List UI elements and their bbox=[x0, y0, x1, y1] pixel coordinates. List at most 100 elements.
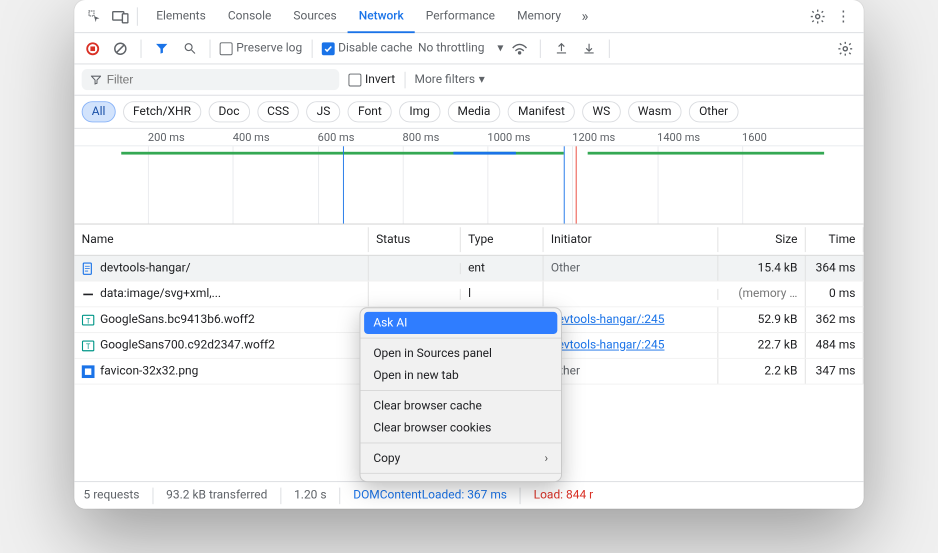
tick: 800 ms bbox=[403, 131, 488, 144]
domcontentloaded-time: DOMContentLoaded: 367 ms bbox=[353, 489, 507, 503]
request-type: ent bbox=[461, 256, 544, 281]
request-time: 0 ms bbox=[806, 282, 864, 307]
request-row[interactable]: data:image/svg+xml,... l (memory …0 ms bbox=[74, 282, 863, 308]
chip-other[interactable]: Other bbox=[689, 101, 738, 122]
col-type[interactable]: Type bbox=[461, 227, 544, 252]
img-icon bbox=[82, 365, 95, 378]
context-clear-cookies[interactable]: Clear browser cookies bbox=[360, 417, 561, 439]
tick: 1600 bbox=[742, 131, 827, 144]
request-time: 347 ms bbox=[806, 359, 864, 384]
tab-elements[interactable]: Elements bbox=[145, 0, 217, 33]
col-name[interactable]: Name bbox=[74, 227, 368, 252]
filter-input[interactable] bbox=[82, 69, 340, 90]
invert-checkbox[interactable]: Invert bbox=[348, 73, 395, 87]
more-filters-label: More filters bbox=[415, 73, 476, 87]
invert-label: Invert bbox=[365, 73, 395, 87]
search-icon[interactable] bbox=[178, 37, 200, 59]
preserve-log-checkbox[interactable]: Preserve log bbox=[220, 41, 303, 55]
more-filters-dropdown[interactable]: More filters▾ bbox=[415, 73, 485, 87]
tab-performance[interactable]: Performance bbox=[415, 0, 506, 33]
more-tabs-icon[interactable]: » bbox=[572, 3, 598, 29]
request-name: data:image/svg+xml,... bbox=[100, 287, 221, 301]
initiator-link[interactable]: devtools-hangar/:245 bbox=[551, 313, 665, 327]
chip-all[interactable]: All bbox=[82, 101, 116, 122]
finish-time: 1.20 s bbox=[294, 489, 326, 503]
chip-manifest[interactable]: Manifest bbox=[508, 101, 575, 122]
load-time: Load: 844 r bbox=[534, 489, 594, 503]
disable-cache-checkbox[interactable]: Disable cache bbox=[322, 41, 413, 55]
devtools-window: ElementsConsoleSourcesNetworkPerformance… bbox=[74, 0, 863, 509]
download-har-icon[interactable] bbox=[578, 37, 600, 59]
request-time: 362 ms bbox=[806, 307, 864, 332]
device-toggle-icon[interactable] bbox=[107, 3, 133, 29]
request-name: GoogleSans700.c92d2347.woff2 bbox=[100, 339, 275, 353]
font-icon: T bbox=[82, 339, 95, 352]
kebab-menu-icon[interactable] bbox=[831, 3, 857, 29]
initiator-link[interactable]: devtools-hangar/:245 bbox=[551, 339, 665, 353]
request-size: 22.7 kB bbox=[718, 333, 805, 358]
network-conditions-icon[interactable] bbox=[509, 37, 531, 59]
chip-media[interactable]: Media bbox=[447, 101, 500, 122]
panel-tabstrip: ElementsConsoleSourcesNetworkPerformance… bbox=[74, 0, 863, 33]
request-name: GoogleSans.bc9413b6.woff2 bbox=[100, 313, 255, 327]
tab-console[interactable]: Console bbox=[217, 0, 283, 33]
settings-gear-icon[interactable] bbox=[805, 3, 831, 29]
chip-doc[interactable]: Doc bbox=[208, 101, 249, 122]
request-row[interactable]: devtools-hangar/ent Other 15.4 kB364 ms bbox=[74, 256, 863, 282]
tab-network[interactable]: Network bbox=[348, 0, 415, 33]
filter-toggle-icon[interactable] bbox=[151, 37, 173, 59]
chip-wasm[interactable]: Wasm bbox=[628, 101, 682, 122]
tab-sources[interactable]: Sources bbox=[282, 0, 347, 33]
chip-js[interactable]: JS bbox=[307, 101, 341, 122]
chevron-right-icon: › bbox=[545, 451, 549, 465]
preserve-log-label: Preserve log bbox=[236, 41, 302, 55]
request-time: 364 ms bbox=[806, 256, 864, 281]
panel-settings-gear-icon[interactable] bbox=[834, 37, 856, 59]
svg-text:T: T bbox=[86, 342, 91, 351]
chip-fetch-xhr[interactable]: Fetch/XHR bbox=[123, 101, 201, 122]
request-initiator: Other bbox=[544, 256, 719, 281]
request-name: devtools-hangar/ bbox=[100, 261, 191, 275]
tab-memory[interactable]: Memory bbox=[506, 0, 572, 33]
record-button[interactable] bbox=[82, 37, 104, 59]
context-open-in-new-tab[interactable]: Open in new tab bbox=[360, 364, 561, 386]
chip-img[interactable]: Img bbox=[399, 101, 440, 122]
tick: 600 ms bbox=[318, 131, 403, 144]
request-initiator: devtools-hangar/:245 bbox=[544, 333, 719, 358]
transferred-size: 93.2 kB transferred bbox=[166, 489, 267, 503]
resource-type-chips: All Fetch/XHR Doc CSS JS Font Img Media Manifest… bbox=[74, 96, 863, 129]
context-clear-cache[interactable]: Clear browser cache bbox=[360, 395, 561, 417]
overview-timeline[interactable]: 200 ms400 ms600 ms800 ms1000 ms1200 ms14… bbox=[74, 129, 863, 225]
throttling-select[interactable]: No throttling ▾ bbox=[418, 41, 503, 55]
request-size: 52.9 kB bbox=[718, 307, 805, 332]
requests-count: 5 requests bbox=[84, 489, 140, 503]
request-size: 15.4 kB bbox=[718, 256, 805, 281]
request-size: 2.2 kB bbox=[718, 359, 805, 384]
request-type: l bbox=[461, 282, 544, 307]
doc-icon bbox=[82, 262, 95, 275]
chip-font[interactable]: Font bbox=[348, 101, 392, 122]
col-time[interactable]: Time bbox=[806, 227, 864, 252]
clear-button[interactable] bbox=[109, 37, 131, 59]
col-initiator[interactable]: Initiator bbox=[544, 227, 719, 252]
tick: 1400 ms bbox=[657, 131, 742, 144]
col-status[interactable]: Status bbox=[369, 227, 461, 252]
filter-bar: Invert More filters▾ bbox=[74, 64, 863, 95]
request-name: favicon-32x32.png bbox=[100, 364, 198, 378]
chip-css[interactable]: CSS bbox=[257, 101, 299, 122]
status-bar: 5 requests 93.2 kB transferred 1.20 s DO… bbox=[74, 481, 863, 509]
upload-har-icon[interactable] bbox=[550, 37, 572, 59]
initiator-other: Other bbox=[551, 261, 580, 275]
col-size[interactable]: Size bbox=[718, 227, 805, 252]
tick: 200 ms bbox=[148, 131, 233, 144]
request-size: (memory … bbox=[718, 282, 805, 307]
filter-text-field[interactable] bbox=[107, 73, 330, 87]
chip-ws[interactable]: WS bbox=[582, 101, 620, 122]
request-status bbox=[369, 288, 461, 299]
tick: 1200 ms bbox=[572, 131, 657, 144]
context-copy[interactable]: Copy› bbox=[360, 447, 561, 469]
context-open-in-sources[interactable]: Open in Sources panel bbox=[360, 342, 561, 364]
inspect-icon[interactable] bbox=[82, 3, 108, 29]
requests-header: Name Status Type Initiator Size Time bbox=[74, 224, 863, 255]
context-ask-ai[interactable]: Ask AI bbox=[364, 312, 557, 334]
